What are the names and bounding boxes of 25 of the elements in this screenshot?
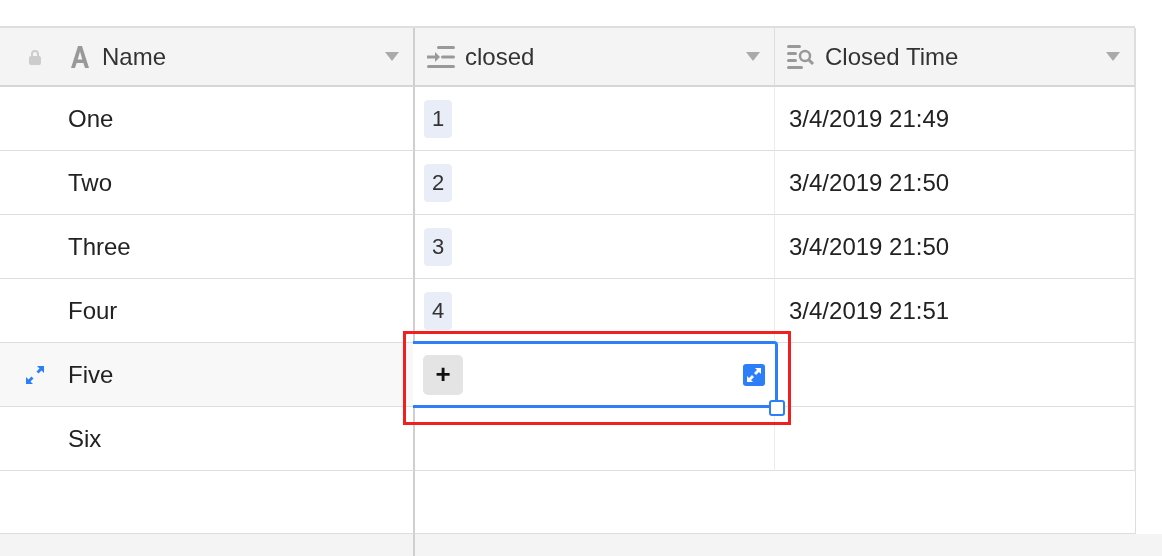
add-button[interactable]: +	[423, 354, 463, 395]
lines-magnifier-icon	[787, 44, 815, 69]
dropdown-caret-icon[interactable]	[746, 52, 760, 61]
table-cell: Five	[68, 360, 114, 389]
table-cell: One	[68, 104, 114, 133]
lines-arrow-icon	[427, 45, 455, 68]
table-cell: Three	[68, 232, 131, 261]
table-cell: 3/4/2019 21:50	[789, 232, 950, 261]
expand-icon[interactable]	[743, 363, 765, 386]
dropdown-caret-icon[interactable]	[1106, 52, 1120, 61]
table-cell: Two	[68, 168, 112, 197]
letter-a-icon	[68, 44, 92, 69]
count-value: 2	[424, 163, 453, 202]
lock-icon	[27, 48, 43, 65]
dropdown-caret-icon[interactable]	[385, 52, 399, 61]
table-cell: Four	[68, 296, 118, 325]
table-cell: 3/4/2019 21:49	[789, 104, 950, 133]
fill-handle[interactable]	[769, 400, 785, 416]
table-cell: 3/4/2019 21:51	[789, 296, 950, 325]
table-cell: Six	[68, 424, 102, 453]
count-value: 3	[424, 227, 453, 266]
table-cell: 3/4/2019 21:50	[789, 168, 950, 197]
expand-row-icon[interactable]	[25, 364, 45, 385]
count-value: 4	[424, 291, 453, 330]
count-value: 1	[424, 99, 453, 138]
